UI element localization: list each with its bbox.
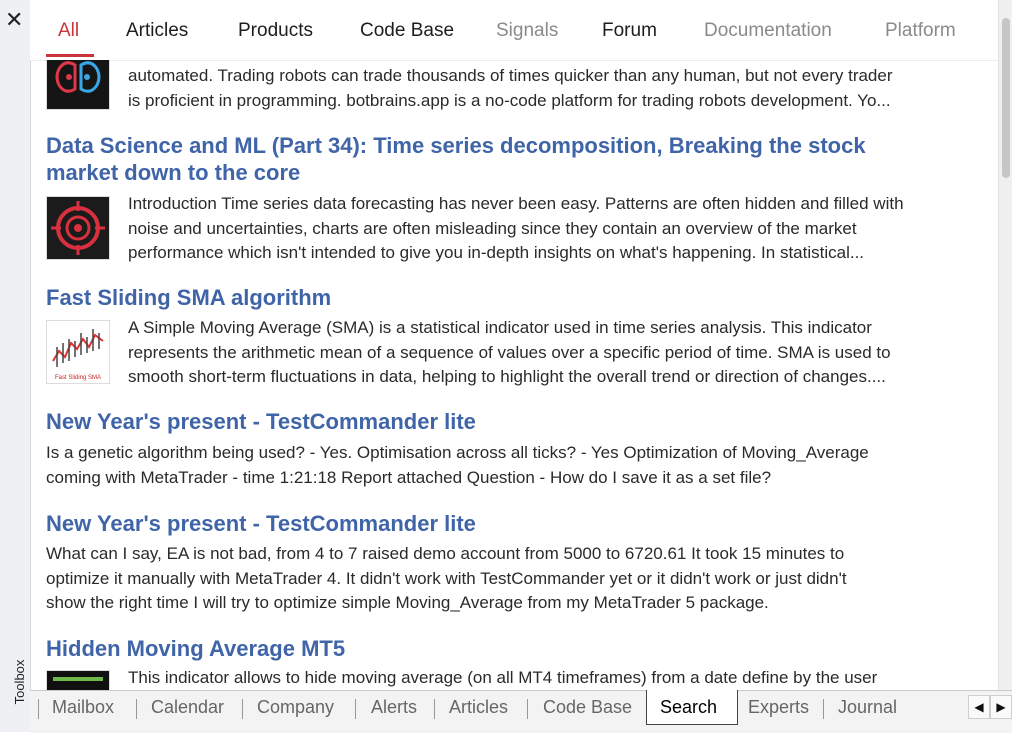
tab-signals[interactable]: Signals	[496, 20, 558, 42]
search-results: automated. Trading robots can trade thou…	[30, 60, 998, 690]
scroll-left-arrow-icon[interactable]: ◀	[968, 695, 990, 719]
tab-separator	[355, 699, 356, 719]
tab-calendar[interactable]: Calendar	[151, 697, 224, 718]
tab-separator	[38, 699, 39, 719]
tab-experts[interactable]: Experts	[748, 697, 809, 718]
tab-separator	[434, 699, 435, 719]
tab-mailbox[interactable]: Mailbox	[52, 697, 114, 718]
tab-separator	[242, 699, 243, 719]
result-6-snippet: This indicator allows to hide moving ave…	[128, 668, 878, 687]
active-tab-indicator	[46, 54, 94, 57]
tab-articles[interactable]: Articles	[126, 20, 188, 42]
tab-journal[interactable]: Journal	[838, 697, 897, 718]
tab-code-base-bottom[interactable]: Code Base	[543, 697, 632, 718]
toolbox-label: Toolbox	[12, 659, 27, 705]
indicator-thumbnail-icon[interactable]	[46, 670, 110, 690]
tab-documentation[interactable]: Documentation	[704, 20, 832, 42]
tab-separator	[136, 699, 137, 719]
close-icon[interactable]: ✕	[5, 10, 23, 32]
tab-forum[interactable]: Forum	[602, 20, 657, 42]
tab-platform[interactable]: Platform	[885, 20, 956, 42]
tab-articles-bottom[interactable]: Articles	[449, 697, 508, 718]
scroll-right-arrow-icon[interactable]: ▶	[990, 695, 1012, 719]
result-1-snippet: automated. Trading robots can trade thou…	[128, 66, 893, 110]
tab-products[interactable]: Products	[238, 20, 313, 42]
search-category-tabs: All Articles Products Code Base Signals …	[30, 0, 998, 61]
target-icon[interactable]	[46, 196, 110, 260]
tab-company[interactable]: Company	[257, 697, 334, 718]
scrollbar-thumb[interactable]	[1002, 18, 1010, 178]
result-3-title[interactable]: Fast Sliding SMA algorithm	[46, 284, 331, 311]
tab-alerts[interactable]: Alerts	[371, 697, 417, 718]
toolbox-strip: ✕ Toolbox	[0, 0, 31, 732]
result-5-title[interactable]: New Year's present - TestCommander lite	[46, 510, 476, 537]
tab-all[interactable]: All	[58, 20, 79, 42]
result-2-title[interactable]: Data Science and ML (Part 34): Time seri…	[46, 132, 866, 186]
result-4-snippet: Is a genetic algorithm being used? - Yes…	[46, 443, 869, 487]
result-6-title[interactable]: Hidden Moving Average MT5	[46, 635, 345, 662]
result-2-snippet: Introduction Time series data forecastin…	[128, 194, 904, 262]
vertical-scrollbar[interactable]	[998, 0, 1012, 690]
tab-code-base[interactable]: Code Base	[360, 20, 454, 42]
result-3-snippet: A Simple Moving Average (SMA) is a stati…	[128, 318, 891, 386]
toolbox-tabs: Mailbox Calendar Company Alerts Articles…	[30, 690, 1012, 733]
svg-text:Fast Sliding SMA: Fast Sliding SMA	[55, 375, 101, 381]
result-5-snippet: What can I say, EA is not bad, from 4 to…	[46, 544, 847, 612]
brain-robot-icon[interactable]	[46, 60, 110, 110]
result-4-title[interactable]: New Year's present - TestCommander lite	[46, 408, 476, 435]
tab-separator	[527, 699, 528, 719]
tab-search[interactable]: Search	[660, 697, 717, 718]
candlestick-chart-icon[interactable]: Fast Sliding SMA	[46, 320, 110, 384]
tab-separator	[823, 699, 824, 719]
